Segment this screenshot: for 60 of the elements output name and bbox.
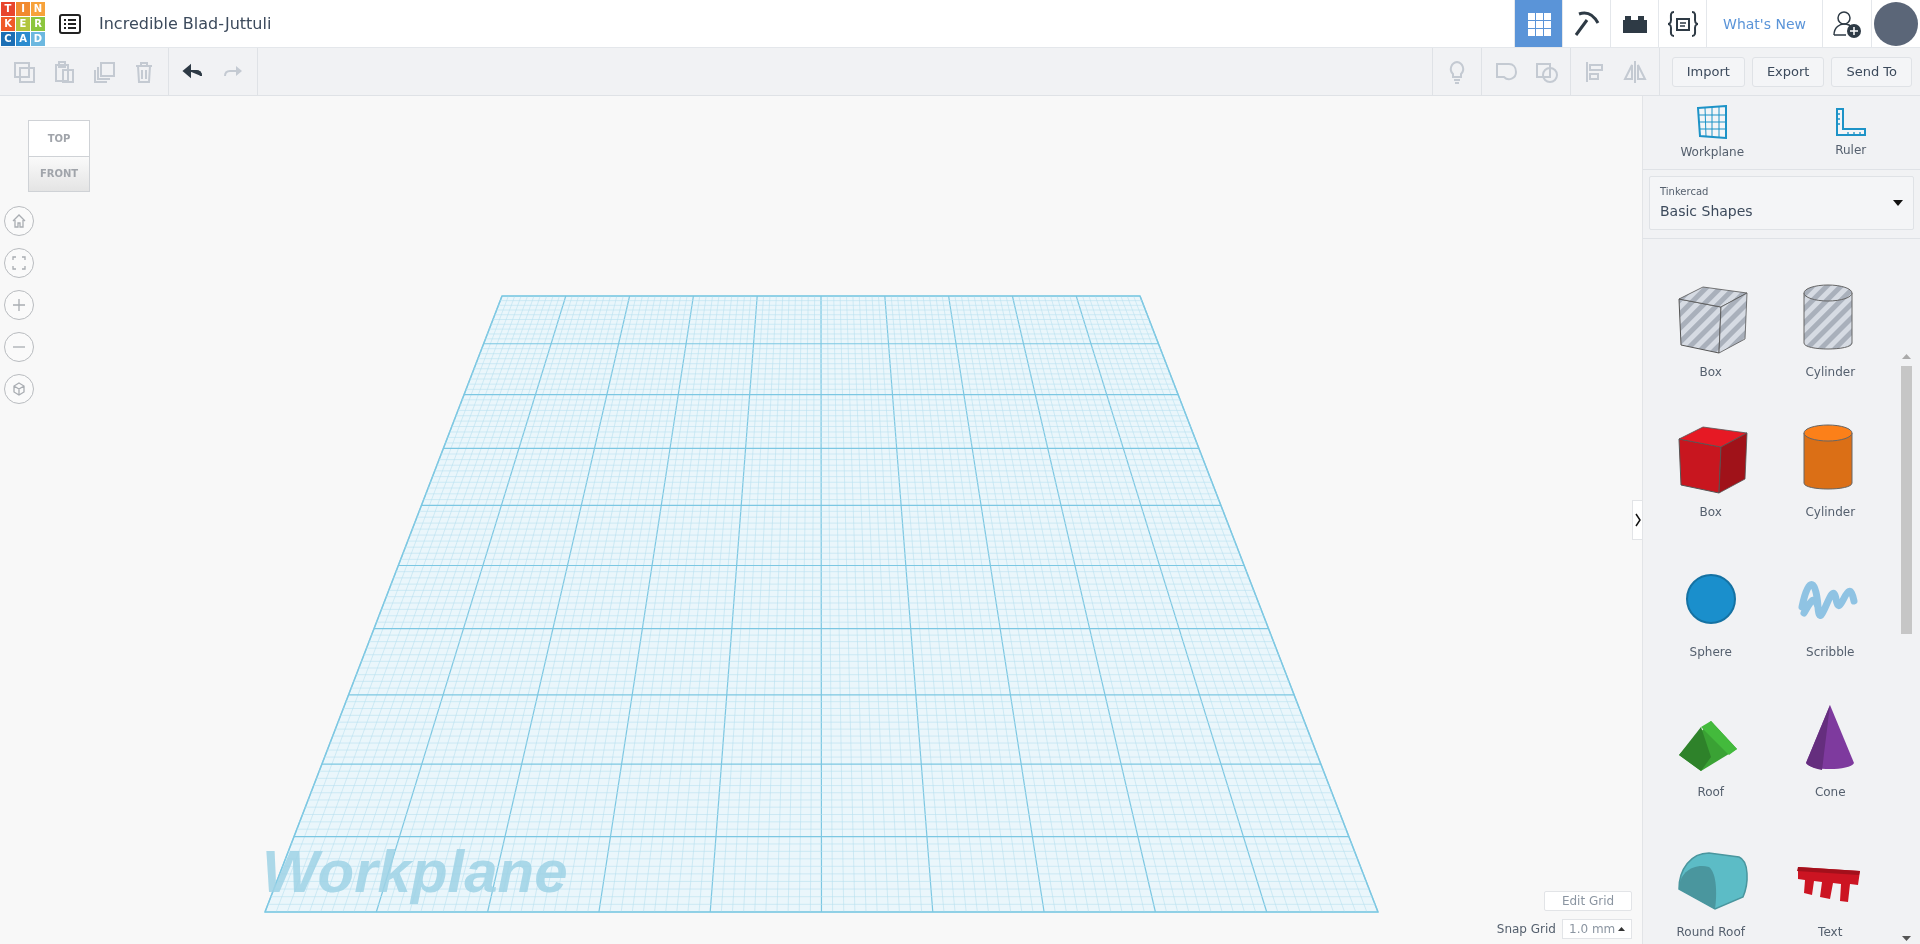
logo-letter: C: [1, 31, 15, 46]
zoom-in-icon: [12, 298, 26, 312]
logo-letter: R: [31, 16, 45, 31]
mirror-icon: [1622, 59, 1647, 84]
ruler-icon: [1834, 107, 1867, 138]
library-dropdown[interactable]: Tinkercad Basic Shapes: [1649, 175, 1914, 230]
design-title[interactable]: Incredible Blad-Juttuli: [99, 14, 272, 33]
home-icon: [12, 214, 26, 228]
paste-icon: [52, 59, 76, 84]
shape-item[interactable]: Scribble: [1770, 525, 1890, 665]
shape-item[interactable]: Sphere: [1651, 525, 1771, 665]
fit-button[interactable]: [4, 248, 34, 278]
toolbar-button[interactable]: Import: [1671, 56, 1745, 87]
chevron-icon: [1634, 513, 1641, 527]
shape-item[interactable]: Cylinder: [1770, 245, 1890, 385]
toolbar-button[interactable]: Send To: [1831, 56, 1912, 87]
brick-icon: [1621, 13, 1648, 34]
pickaxe-icon: [1572, 9, 1601, 38]
grid-icon: [1525, 10, 1552, 37]
workplane-icon: [1696, 105, 1729, 140]
caret-icon: [1893, 199, 1903, 206]
logo-letter: K: [1, 16, 15, 31]
shape-item[interactable]: Cone: [1770, 665, 1890, 805]
shape-item[interactable]: Round Roof: [1651, 805, 1771, 944]
shape-item[interactable]: Roof: [1651, 665, 1771, 805]
fit-view-icon: [12, 256, 26, 270]
logo-letter: E: [16, 16, 30, 31]
cube-icon: [11, 381, 27, 397]
avatar[interactable]: [1874, 1, 1918, 46]
perspective-button[interactable]: [4, 374, 34, 404]
logo-letter: N: [31, 1, 45, 16]
scroll-up-icon[interactable]: [1902, 354, 1911, 359]
logo-letter: D: [31, 31, 45, 46]
shape-item[interactable]: Box: [1651, 385, 1771, 525]
code-braces-icon: [1666, 9, 1699, 38]
shape-item[interactable]: Cylinder: [1770, 385, 1890, 525]
copy-icon: [12, 59, 36, 84]
scrollbar-thumb[interactable]: [1901, 366, 1912, 634]
shape-item[interactable]: Box: [1651, 245, 1771, 385]
snap-grid-label: Snap Grid: [1496, 922, 1556, 936]
workplane-tool[interactable]: Workplane: [1643, 96, 1782, 169]
add-user-icon[interactable]: [1822, 0, 1872, 47]
edit-grid-button[interactable]: Edit Grid: [1544, 891, 1632, 911]
zoom-in-button[interactable]: [4, 290, 34, 320]
scroll-down-icon[interactable]: [1902, 936, 1911, 941]
zoom-out-button[interactable]: [4, 332, 34, 362]
shape-item[interactable]: Text: [1770, 805, 1890, 944]
home-button[interactable]: [4, 206, 34, 236]
collapse-panel-button[interactable]: [1632, 500, 1642, 540]
logo-letter: I: [16, 1, 30, 16]
menu-icon[interactable]: [59, 13, 81, 34]
caret-icon: [1618, 927, 1625, 931]
whats-new-link[interactable]: What's New: [1706, 0, 1822, 47]
snap-grid-select[interactable]: 1.0 mm: [1562, 919, 1632, 939]
ruler-tool[interactable]: Ruler: [1781, 96, 1920, 169]
logo-letter: T: [1, 1, 15, 16]
duplicate-icon: [92, 59, 116, 84]
toolbar-button[interactable]: Export: [1751, 56, 1825, 87]
logo-letter: A: [16, 31, 30, 46]
workplane-grid[interactable]: [263, 295, 1380, 913]
